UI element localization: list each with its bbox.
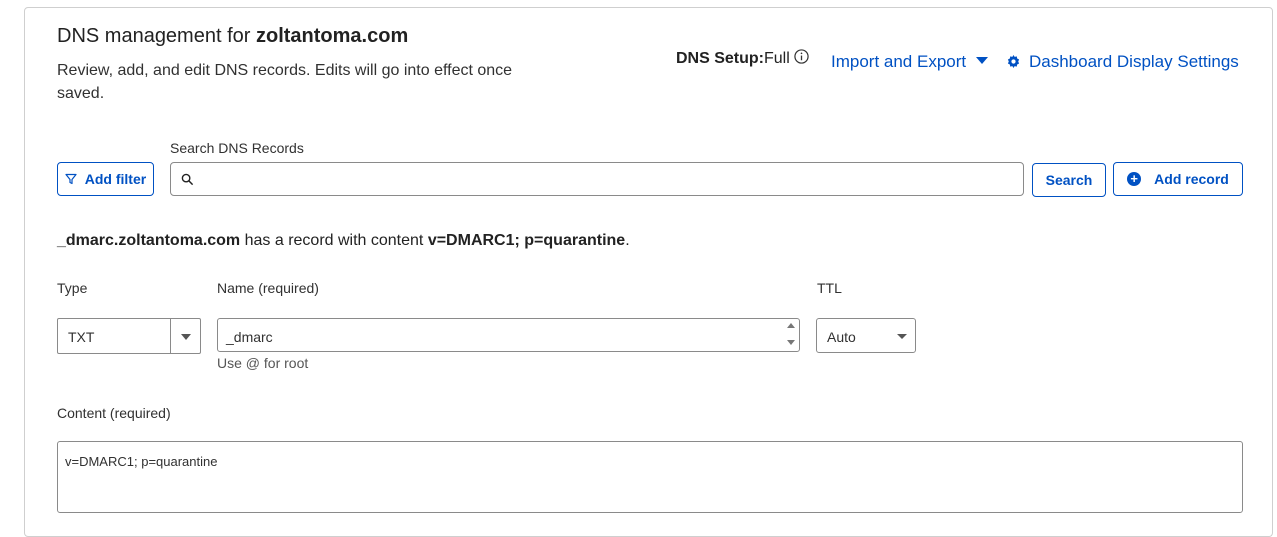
import-export-dropdown[interactable]: Import and Export <box>831 52 989 72</box>
search-icon <box>181 173 194 186</box>
search-field[interactable] <box>170 162 1024 197</box>
name-field[interactable]: _dmarc <box>217 318 800 352</box>
info-icon[interactable] <box>794 49 809 69</box>
dashboard-display-settings-link[interactable]: Dashboard Display Settings <box>1007 52 1239 73</box>
type-value: TXT <box>68 329 95 345</box>
add-filter-label: Add filter <box>84 171 147 187</box>
content-textarea[interactable]: v=DMARC1; p=quarantine <box>57 441 1243 513</box>
page-description: Review, add, and edit DNS records. Edits… <box>57 62 513 102</box>
add-filter-button[interactable]: Add filter <box>57 162 154 196</box>
name-label: Name (required) <box>217 280 319 296</box>
record-message-middle: has a record with content <box>240 232 428 249</box>
name-hint: Use @ for root <box>217 355 309 371</box>
add-record-label: Add record <box>1154 171 1229 187</box>
dns-setup-status: DNS Setup:Full <box>676 49 809 69</box>
gear-icon <box>1007 53 1020 73</box>
filter-icon <box>65 173 77 185</box>
spinner-up-icon[interactable] <box>787 323 795 328</box>
search-input[interactable] <box>199 163 1023 197</box>
type-label: Type <box>57 280 88 296</box>
add-record-button[interactable]: + Add record <box>1113 162 1243 196</box>
page-title: DNS management for zoltantoma.com <box>57 25 408 48</box>
ttl-select[interactable]: Auto <box>816 318 916 353</box>
caret-down-icon <box>976 57 989 64</box>
zone-domain: zoltantoma.com <box>255 25 409 47</box>
record-message: _dmarc.zoltantoma.com has a record with … <box>57 232 630 250</box>
search-label: Search DNS Records <box>170 140 304 156</box>
record-name: _dmarc.zoltantoma.com <box>57 232 241 249</box>
type-select-divider <box>170 319 171 353</box>
dns-setup-value: Full <box>764 50 790 67</box>
content-label: Content (required) <box>57 405 171 421</box>
spinner-down-icon[interactable] <box>787 340 795 345</box>
ttl-label: TTL <box>817 280 842 296</box>
search-button[interactable]: Search <box>1032 163 1106 197</box>
plus-circle-icon: + <box>1127 172 1142 186</box>
dns-management-card: DNS management for zoltantoma.com Review… <box>24 7 1273 537</box>
record-message-end: . <box>625 232 630 249</box>
title-prefix: DNS management for <box>57 25 256 47</box>
ttl-value: Auto <box>827 329 856 345</box>
dns-setup-label: DNS Setup: <box>676 50 764 67</box>
import-export-label: Import and Export <box>831 52 967 71</box>
chevron-down-icon <box>897 334 907 339</box>
type-select[interactable]: TXT <box>57 318 201 354</box>
content-value: v=DMARC1; p=quarantine <box>65 454 218 469</box>
dashboard-settings-label: Dashboard Display Settings <box>1029 52 1239 71</box>
chevron-down-icon <box>181 334 191 340</box>
name-value: _dmarc <box>226 329 273 345</box>
record-content: v=DMARC1; p=quarantine <box>427 232 626 249</box>
